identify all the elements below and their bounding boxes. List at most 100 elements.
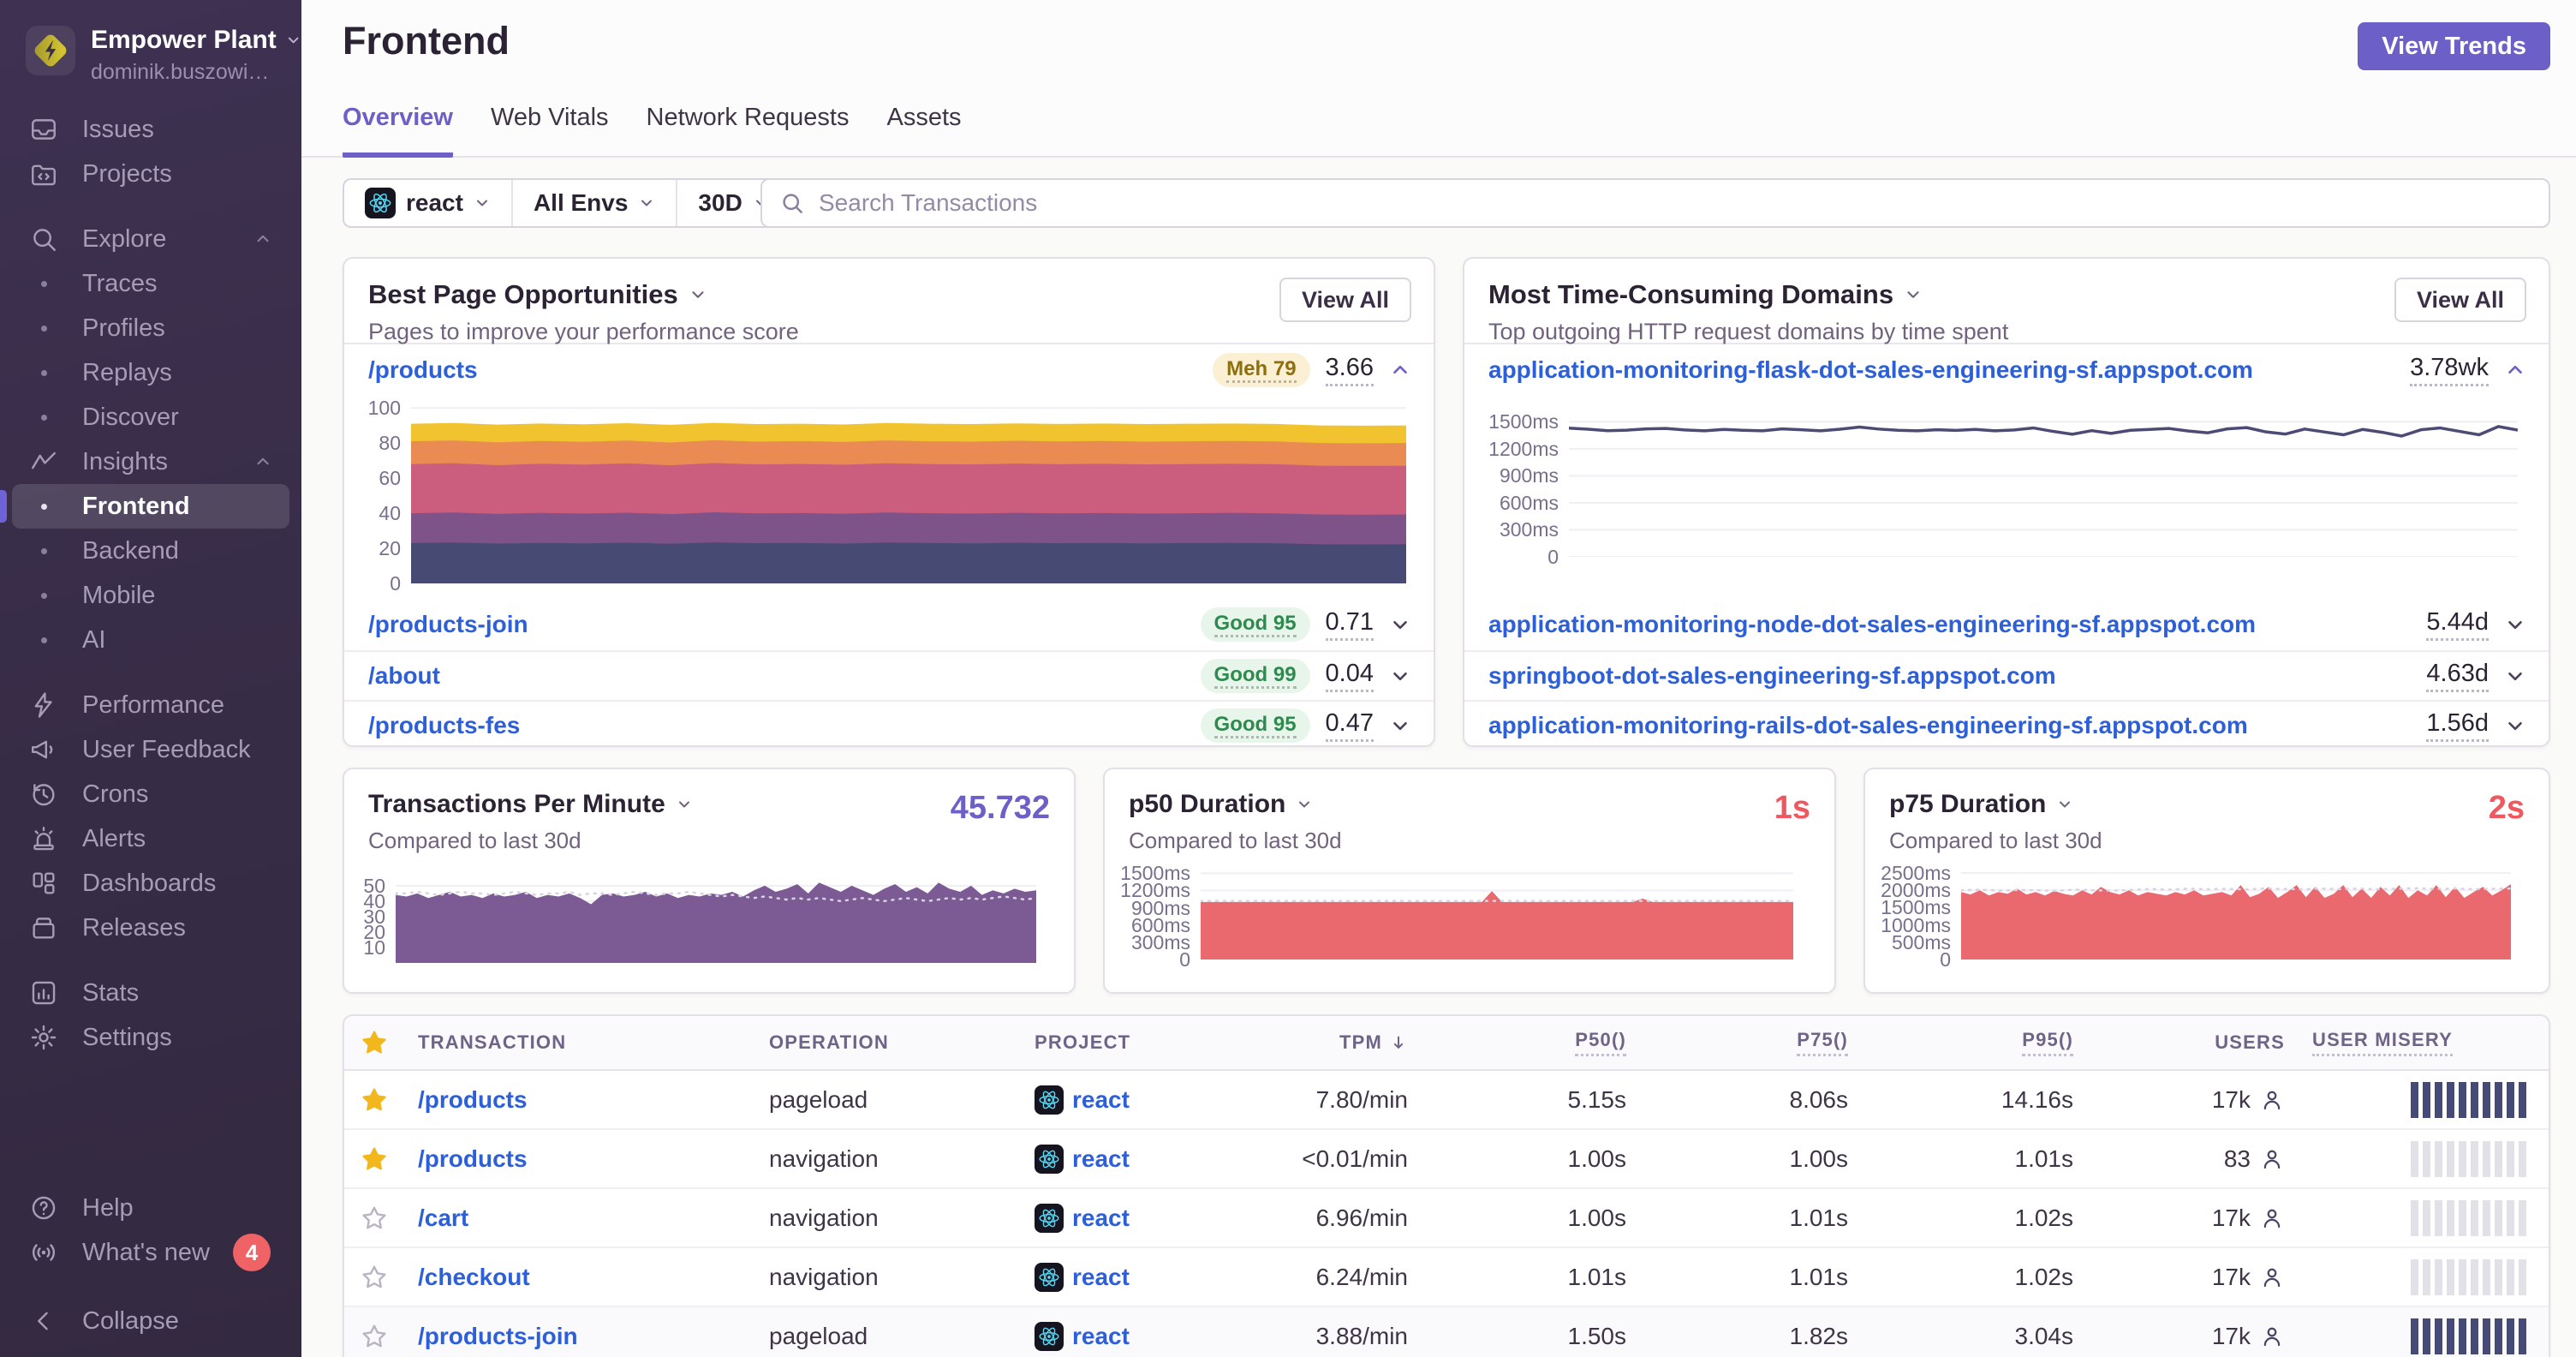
column-header-p50-[interactable]: P50() — [1422, 1029, 1640, 1056]
project-filter[interactable]: react — [344, 180, 511, 226]
project-cell: react — [1021, 1085, 1269, 1115]
transaction-link[interactable]: /cart — [418, 1205, 468, 1232]
tab-assets[interactable]: Assets — [886, 104, 961, 158]
star-toggle[interactable] — [344, 1323, 404, 1350]
sidebar-item-frontend[interactable]: Frontend — [0, 484, 289, 529]
star-toggle[interactable] — [344, 1264, 404, 1291]
expand-toggle[interactable] — [2504, 359, 2526, 381]
tab-network-requests[interactable]: Network Requests — [647, 104, 850, 158]
column-header-p95-[interactable]: P95() — [1862, 1029, 2087, 1056]
tpm-area-chart: 50 40 30 20 10 — [344, 769, 1074, 992]
sidebar-item-performance[interactable]: Performance — [0, 683, 301, 727]
environment-filter[interactable]: All Envs — [510, 180, 676, 226]
sidebar-item-explore[interactable]: Explore — [0, 217, 301, 261]
sidebar-item-ai[interactable]: AI — [0, 618, 301, 662]
sidebar-item-releases[interactable]: Releases — [0, 906, 301, 950]
column-header-transaction[interactable]: TRANSACTION — [404, 1031, 755, 1054]
crons-icon — [27, 778, 60, 810]
bullet-icon — [27, 325, 60, 332]
sidebar-item-crons[interactable]: Crons — [0, 772, 301, 816]
star-toggle[interactable] — [344, 1205, 404, 1232]
sidebar-item-collapse[interactable]: Collapse — [0, 1299, 301, 1343]
table-header-row: TRANSACTION OPERATION PROJECT TPM P50() P75(… — [344, 1016, 2549, 1071]
row-link[interactable]: /about — [368, 662, 440, 690]
p75-cell: 1.00s — [1789, 1145, 1849, 1172]
star-toggle[interactable] — [344, 1086, 404, 1114]
row-value: 3.78wk — [2410, 354, 2489, 386]
row-link[interactable]: application-monitoring-node-dot-sales-en… — [1488, 611, 2256, 638]
sidebar-item-issues[interactable]: Issues — [0, 107, 301, 152]
feedback-icon — [27, 733, 60, 766]
sidebar-item-dashboards[interactable]: Dashboards — [0, 861, 301, 906]
expand-toggle[interactable] — [1389, 665, 1411, 687]
expand-toggle[interactable] — [1389, 714, 1411, 737]
sidebar-item-stats[interactable]: Stats — [0, 971, 301, 1015]
row-link[interactable]: application-monitoring-flask-dot-sales-e… — [1488, 356, 2253, 384]
table-row: /cart navigation react 6.96/min 1.00s 1.01s 1.… — [344, 1189, 2549, 1248]
transaction-link[interactable]: /products — [418, 1086, 528, 1114]
bullet-icon — [27, 503, 60, 510]
panel-title[interactable]: Most Time-Consuming Domains — [1488, 279, 2525, 310]
project-link[interactable]: react — [1072, 1264, 1130, 1291]
row-link[interactable]: application-monitoring-rails-dot-sales-e… — [1488, 712, 2248, 739]
bullet-icon — [27, 280, 60, 287]
column-header-p75-[interactable]: P75() — [1640, 1029, 1862, 1056]
project-link[interactable]: react — [1072, 1205, 1130, 1232]
expand-toggle[interactable] — [2504, 613, 2526, 636]
tpm-cell: 6.96/min — [1315, 1204, 1408, 1231]
star-column-header[interactable] — [344, 1029, 404, 1056]
view-all-button[interactable]: View All — [1279, 278, 1411, 322]
transaction-link[interactable]: /products-join — [418, 1323, 578, 1350]
sidebar-item-help[interactable]: Help — [0, 1186, 301, 1230]
tab-web-vitals[interactable]: Web Vitals — [491, 104, 609, 158]
p50-cell: 5.15s — [1567, 1085, 1627, 1113]
row-value: 5.44d — [2426, 608, 2489, 641]
expand-toggle[interactable] — [1389, 613, 1411, 636]
transaction-link[interactable]: /checkout — [418, 1264, 530, 1291]
transaction-link[interactable]: /products — [418, 1145, 528, 1173]
row-link[interactable]: springboot-dot-sales-engineering-sf.apps… — [1488, 662, 2056, 690]
expand-toggle[interactable] — [2504, 665, 2526, 687]
expand-toggle[interactable] — [1389, 359, 1411, 381]
p95-cell: 1.02s — [2014, 1263, 2074, 1290]
sidebar-item-insights[interactable]: Insights — [0, 439, 301, 484]
column-header-project[interactable]: PROJECT — [1021, 1031, 1269, 1054]
view-all-button[interactable]: View All — [2394, 278, 2526, 322]
search-input[interactable] — [819, 189, 2531, 217]
y-axis-tick: 1200ms — [1488, 437, 1559, 460]
sidebar-item-what-s-new[interactable]: What's new 4 — [0, 1230, 301, 1275]
expand-toggle[interactable] — [2504, 714, 2526, 737]
row-link[interactable]: /products — [368, 356, 478, 384]
project-link[interactable]: react — [1072, 1086, 1130, 1114]
column-header-tpm[interactable]: TPM — [1269, 1031, 1422, 1054]
tab-overview[interactable]: Overview — [343, 104, 453, 158]
sidebar-item-alerts[interactable]: Alerts — [0, 816, 301, 861]
row-link[interactable]: /products-fes — [368, 712, 520, 739]
sidebar-item-mobile[interactable]: Mobile — [0, 573, 301, 618]
project-link[interactable]: react — [1072, 1323, 1130, 1350]
sidebar-item-user-feedback[interactable]: User Feedback — [0, 727, 301, 772]
chevron-up-icon — [253, 452, 272, 471]
sidebar-item-replays[interactable]: Replays — [0, 350, 301, 395]
column-header-operation[interactable]: OPERATION — [755, 1031, 1021, 1054]
chevron-down-icon — [692, 291, 704, 298]
panel-title[interactable]: Best Page Opportunities — [368, 279, 1410, 310]
view-trends-button[interactable]: View Trends — [2358, 22, 2550, 70]
operation-cell: pageload — [769, 1322, 868, 1349]
row-value: 3.66 — [1325, 354, 1374, 386]
project-link[interactable]: react — [1072, 1145, 1130, 1173]
org-switcher[interactable]: Empower Plant dominik.buszowiec… — [0, 0, 301, 85]
sidebar-item-discover[interactable]: Discover — [0, 395, 301, 439]
sidebar-item-traces[interactable]: Traces — [0, 261, 301, 306]
sidebar-item-projects[interactable]: Projects — [0, 152, 301, 196]
y-axis-tick: 1500ms — [1488, 410, 1559, 433]
sidebar-item-settings[interactable]: Settings — [0, 1015, 301, 1060]
p95-cell: 1.02s — [2014, 1204, 2074, 1231]
sidebar-item-backend[interactable]: Backend — [0, 529, 301, 573]
star-toggle[interactable] — [344, 1145, 404, 1173]
column-header-user-misery[interactable]: USER MISERY — [2299, 1029, 2549, 1056]
active-indicator — [0, 490, 7, 523]
column-header-users[interactable]: USERS — [2087, 1031, 2299, 1054]
row-link[interactable]: /products-join — [368, 611, 528, 638]
sidebar-item-profiles[interactable]: Profiles — [0, 306, 301, 350]
